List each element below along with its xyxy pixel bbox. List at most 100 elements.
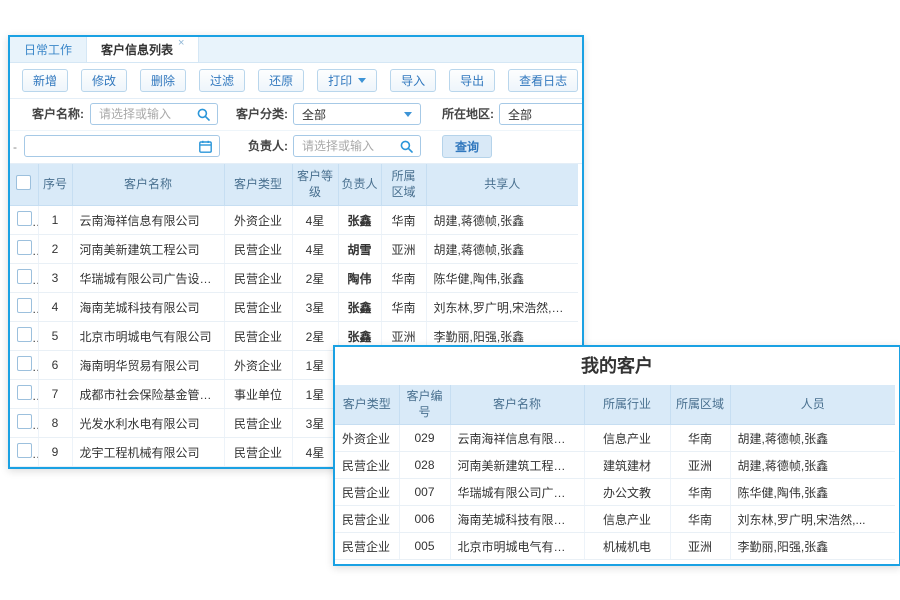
cell-customer-name[interactable]: 北京市明城电气有限公司 (72, 322, 224, 351)
search-icon[interactable] (197, 108, 210, 121)
date-range-separator: - (13, 131, 17, 163)
header-industry: 所属行业 (584, 385, 670, 425)
cell-owner[interactable]: 胡雪 (338, 235, 381, 264)
row-checkbox[interactable] (17, 327, 32, 342)
cell-customer-name[interactable]: 海南芜城科技有限公司 (72, 293, 224, 322)
cell-seq: 4 (38, 293, 72, 322)
table-row: 民营企业 028 河南美新建筑工程公司 建筑建材 亚洲 胡建,蒋德帧,张鑫 (335, 452, 895, 479)
cell-customer-name[interactable]: 河南美新建筑工程公司 (72, 235, 224, 264)
row-checkbox[interactable] (17, 414, 32, 429)
checkbox-cell (10, 322, 38, 351)
query-button[interactable]: 查询 (442, 135, 492, 158)
cell-seq: 3 (38, 264, 72, 293)
cell-industry: 建筑建材 (584, 452, 670, 479)
cell-customer-name[interactable]: 龙宇工程机械有限公司 (72, 438, 224, 467)
cell-customer-level: 2星 (292, 264, 338, 293)
checkbox-cell (10, 351, 38, 380)
header-seq: 序号 (38, 164, 72, 206)
cell-customer-code[interactable]: 007 (399, 479, 450, 506)
cell-customer-type: 民营企业 (224, 235, 292, 264)
tab-customer-list[interactable]: 客户信息列表 × (86, 37, 199, 62)
row-checkbox[interactable] (17, 298, 32, 313)
cell-people: 李勤丽,阳强,张鑫 (730, 533, 895, 560)
owner-input-box (293, 135, 421, 157)
cell-customer-code[interactable]: 029 (399, 425, 450, 452)
region-select[interactable]: 全部 (499, 103, 584, 125)
cell-shared: 胡建,蒋德帧,张鑫 (426, 235, 578, 264)
cell-shared: 刘东林,罗广明,宋浩然,张鑫 (426, 293, 578, 322)
cell-customer-name[interactable]: 华瑞城有限公司广告设计部 (72, 264, 224, 293)
cell-customer-name[interactable]: 成都市社会保险基金管理... (72, 380, 224, 409)
cell-customer-code[interactable]: 005 (399, 533, 450, 560)
export-button[interactable]: 导出 (449, 69, 495, 92)
header-region: 所属区域 (670, 385, 730, 425)
delete-button[interactable]: 删除 (140, 69, 186, 92)
filter-row-1: 客户名称: 客户分类: 全部 所在地区: 全部 (10, 99, 582, 131)
cell-customer-name[interactable]: 光发水利水电有限公司 (72, 409, 224, 438)
cell-customer-type: 外资企业 (335, 425, 399, 452)
date-input-box (24, 135, 220, 157)
table-row: 民营企业 006 海南芜城科技有限公司 信息产业 华南 刘东林,罗广明,宋浩然,… (335, 506, 895, 533)
cell-people: 刘东林,罗广明,宋浩然,... (730, 506, 895, 533)
cell-owner[interactable]: 张鑫 (338, 206, 381, 235)
cell-customer-name[interactable]: 华瑞城有限公司广告设计部 (450, 479, 584, 506)
checkbox-cell (10, 264, 38, 293)
cell-seq: 9 (38, 438, 72, 467)
cell-owner[interactable]: 陶伟 (338, 264, 381, 293)
cell-seq: 1 (38, 206, 72, 235)
row-checkbox[interactable] (17, 211, 32, 226)
row-checkbox[interactable] (17, 443, 32, 458)
cell-shared: 胡建,蒋德帧,张鑫 (426, 206, 578, 235)
cell-customer-type: 外资企业 (224, 206, 292, 235)
print-button[interactable]: 打印 (317, 69, 377, 92)
cell-customer-type: 民营企业 (224, 264, 292, 293)
table-row: 外资企业 029 云南海祥信息有限公司 信息产业 华南 胡建,蒋德帧,张鑫 (335, 425, 895, 452)
cell-customer-name[interactable]: 海南明华贸易有限公司 (72, 351, 224, 380)
close-icon[interactable]: × (178, 37, 184, 50)
header-shared: 共享人 (426, 164, 578, 206)
checkbox-cell (10, 380, 38, 409)
header-customer-type: 客户类型 (335, 385, 399, 425)
cell-customer-name[interactable]: 北京市明城电气有限公司 (450, 533, 584, 560)
row-checkbox[interactable] (17, 385, 32, 400)
date-input[interactable] (25, 139, 195, 153)
cell-customer-name[interactable]: 云南海祥信息有限公司 (450, 425, 584, 452)
row-checkbox[interactable] (17, 240, 32, 255)
row-checkbox[interactable] (17, 356, 32, 371)
customer-name-input[interactable] (91, 107, 193, 121)
select-all-checkbox[interactable] (16, 175, 31, 190)
cell-customer-level: 1星 (292, 351, 338, 380)
add-button[interactable]: 新增 (22, 69, 68, 92)
cell-owner[interactable]: 张鑫 (338, 293, 381, 322)
cell-region: 亚洲 (381, 235, 426, 264)
header-owner: 负责人 (338, 164, 381, 206)
row-checkbox[interactable] (17, 269, 32, 284)
edit-button[interactable]: 修改 (81, 69, 127, 92)
cell-customer-name[interactable]: 海南芜城科技有限公司 (450, 506, 584, 533)
cell-customer-type: 民营企业 (335, 452, 399, 479)
cell-seq: 2 (38, 235, 72, 264)
cell-people: 胡建,蒋德帧,张鑫 (730, 452, 895, 479)
cell-people: 胡建,蒋德帧,张鑫 (730, 425, 895, 452)
customer-category-label: 客户分类: (224, 99, 288, 130)
import-button[interactable]: 导入 (390, 69, 436, 92)
tab-daily-work[interactable]: 日常工作 (10, 37, 86, 62)
filter-button[interactable]: 过滤 (199, 69, 245, 92)
search-icon[interactable] (400, 140, 413, 153)
cell-customer-name[interactable]: 河南美新建筑工程公司 (450, 452, 584, 479)
table-header-row: 序号 客户名称 客户类型 客户等级 负责人 所属区域 共享人 (10, 164, 578, 206)
cell-customer-code[interactable]: 006 (399, 506, 450, 533)
view-log-button[interactable]: 查看日志 (508, 69, 578, 92)
cell-seq: 8 (38, 409, 72, 438)
restore-button[interactable]: 还原 (258, 69, 304, 92)
table-row: 民营企业 005 北京市明城电气有限公司 机械机电 亚洲 李勤丽,阳强,张鑫 (335, 533, 895, 560)
cell-industry: 信息产业 (584, 425, 670, 452)
cell-customer-type: 民营企业 (224, 322, 292, 351)
cell-customer-code[interactable]: 028 (399, 452, 450, 479)
customer-category-select[interactable]: 全部 (293, 103, 421, 125)
cell-region: 华南 (381, 206, 426, 235)
calendar-icon[interactable] (199, 140, 212, 153)
owner-input[interactable] (294, 139, 396, 153)
cell-customer-name[interactable]: 云南海祥信息有限公司 (72, 206, 224, 235)
customer-name-input-box (90, 103, 218, 125)
